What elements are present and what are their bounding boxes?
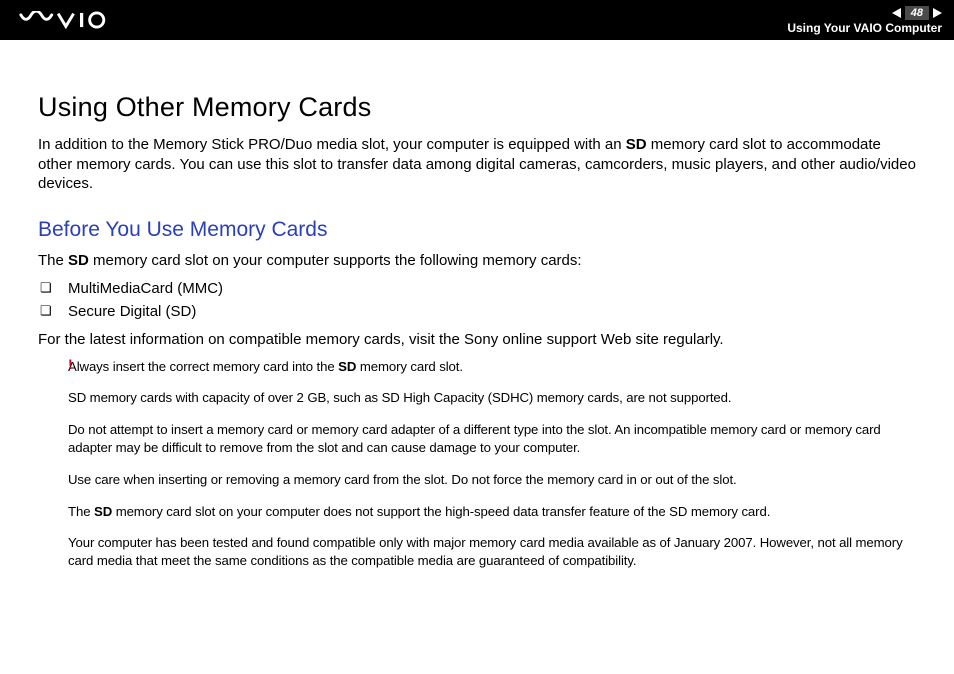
supports-line: The SD memory card slot on your computer… <box>38 252 916 269</box>
warning-block: ! Always insert the correct memory card … <box>38 358 916 571</box>
warning-item: SD memory cards with capacity of over 2 … <box>68 389 916 407</box>
warning-item: Your computer has been tested and found … <box>68 534 916 570</box>
section-subheading: Before You Use Memory Cards <box>38 218 916 242</box>
page-number: 48 <box>905 6 929 20</box>
page-navigator: 48 <box>787 6 942 20</box>
intro-text-pre: In addition to the Memory Stick PRO/Duo … <box>38 136 626 153</box>
supports-bold: SD <box>68 252 89 269</box>
w4-bold: SD <box>94 504 112 519</box>
w4-post: memory card slot on your computer does n… <box>112 504 770 519</box>
supported-cards-list: MultiMediaCard (MMC) Secure Digital (SD) <box>40 277 916 323</box>
vaio-logo <box>16 11 126 29</box>
intro-paragraph: In addition to the Memory Stick PRO/Duo … <box>38 135 916 194</box>
supports-post: memory card slot on your computer suppor… <box>89 252 582 269</box>
warning-item: Use care when inserting or removing a me… <box>68 471 916 489</box>
list-item: Secure Digital (SD) <box>40 300 916 323</box>
intro-text-bold: SD <box>626 136 647 153</box>
latest-info: For the latest information on compatible… <box>38 331 916 348</box>
w4-pre: The <box>68 504 94 519</box>
w0-post: memory card slot. <box>356 359 463 374</box>
w0-bold: SD <box>338 359 356 374</box>
w0-pre: Always insert the correct memory card in… <box>68 359 338 374</box>
warning-item: The SD memory card slot on your computer… <box>68 503 916 521</box>
next-page-icon[interactable] <box>933 8 942 18</box>
supports-pre: The <box>38 252 68 269</box>
list-item: MultiMediaCard (MMC) <box>40 277 916 300</box>
prev-page-icon[interactable] <box>892 8 901 18</box>
page-content: Using Other Memory Cards In addition to … <box>0 40 954 570</box>
page-title: Using Other Memory Cards <box>38 92 916 123</box>
warning-icon: ! <box>68 356 73 372</box>
breadcrumb: Using Your VAIO Computer <box>787 21 942 35</box>
header-bar: 48 Using Your VAIO Computer <box>0 0 954 40</box>
warning-item: Always insert the correct memory card in… <box>68 358 916 376</box>
warning-item: Do not attempt to insert a memory card o… <box>68 421 916 457</box>
